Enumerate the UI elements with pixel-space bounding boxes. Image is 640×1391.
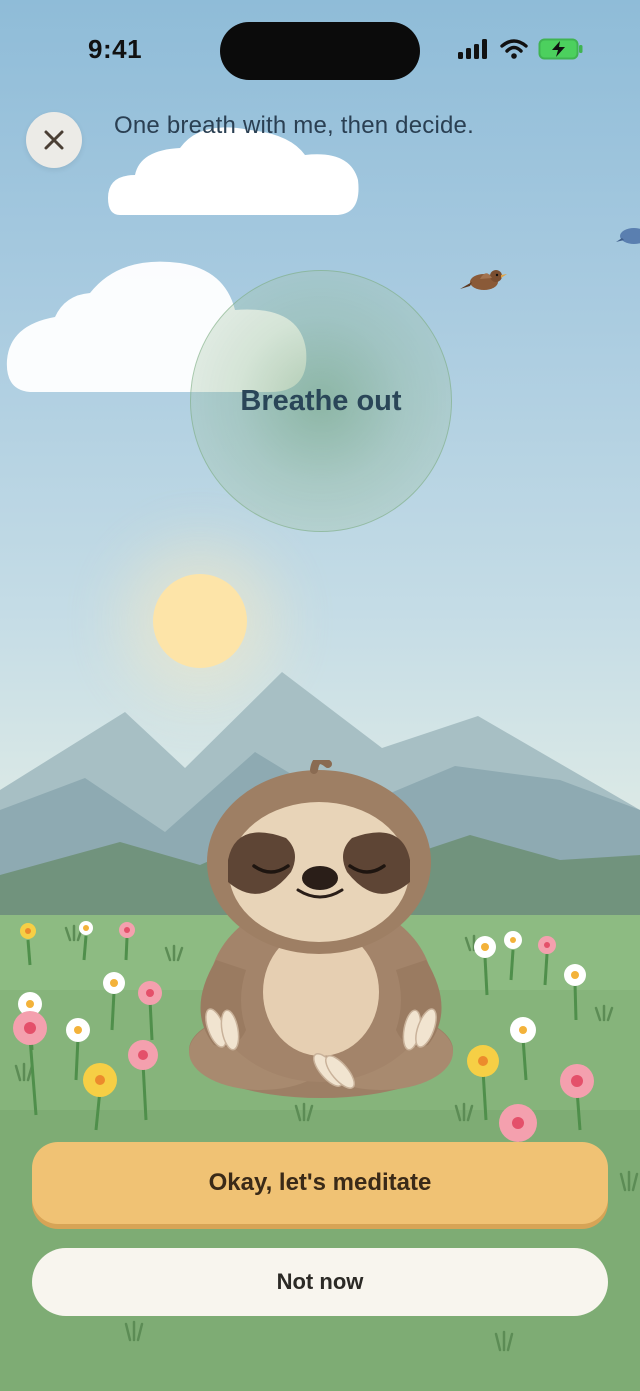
close-icon	[44, 130, 64, 150]
wifi-icon	[500, 39, 528, 59]
sun	[153, 574, 247, 668]
signal-icon	[458, 39, 487, 59]
breathing-circle: Breathe out	[190, 270, 452, 532]
prompt-text: One breath with me, then decide.	[114, 112, 474, 139]
bird-edge-icon	[616, 228, 640, 244]
status-bar: 9:41	[0, 0, 640, 100]
battery-charging-icon	[538, 38, 583, 60]
start-meditation-button[interactable]: Okay, let's meditate	[32, 1142, 608, 1224]
close-button[interactable]	[26, 112, 82, 168]
not-now-button[interactable]: Not now	[32, 1248, 608, 1316]
dynamic-island	[220, 22, 420, 80]
status-icons	[458, 38, 584, 60]
bird-icon	[460, 270, 507, 290]
status-time: 9:41	[88, 34, 143, 64]
meditation-prompt-screen: 9:41 Breathe out One breath with me, the…	[0, 0, 640, 1391]
breath-instruction: Breathe out	[240, 384, 402, 417]
meditating-sloth	[189, 760, 453, 1098]
